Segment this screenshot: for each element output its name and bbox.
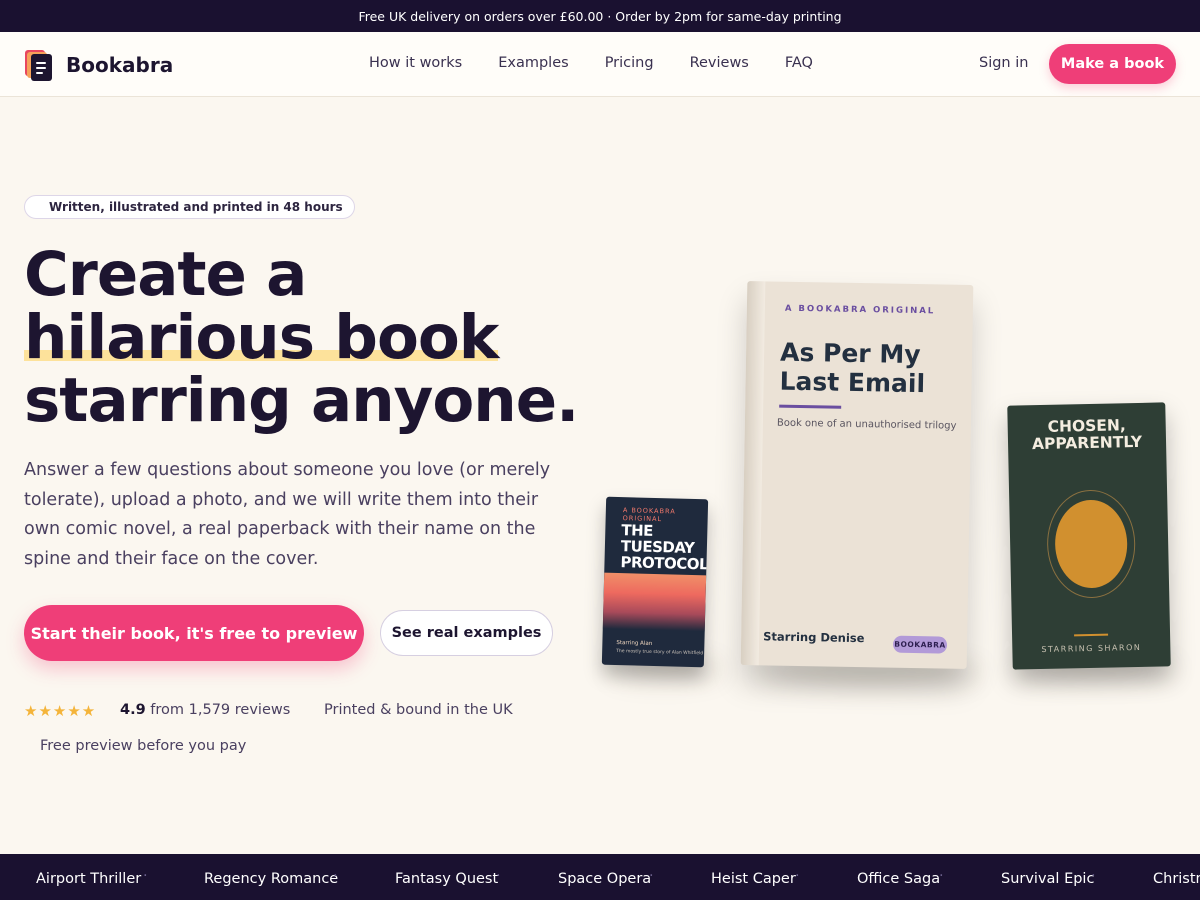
ticker-item: Regency Romance xyxy=(204,871,339,887)
ticker-separator: · xyxy=(795,868,800,884)
rating-summary: 4.9 from 1,579 reviews xyxy=(120,702,290,718)
ticker-separator: · xyxy=(649,868,654,884)
book-cover-chosen-apparently: CHOSEN, APPARENTLY STARRING SHARON xyxy=(1007,402,1171,670)
title-rule xyxy=(1074,633,1109,637)
nav-link-examples[interactable]: Examples xyxy=(498,55,568,71)
announcement-bar: Free UK delivery on orders over £60.00 ·… xyxy=(0,0,1200,32)
headline-highlight: hilarious book xyxy=(24,302,499,373)
ticker-separator: · xyxy=(496,868,501,884)
ticker-item: Space Opera xyxy=(558,871,652,887)
book-title: As Per My Last Email xyxy=(779,337,926,399)
ticker-item: Survival Epic xyxy=(1001,871,1095,887)
hero-description: Answer a few questions about someone you… xyxy=(24,460,551,569)
nav-link-faq[interactable]: FAQ xyxy=(785,55,813,71)
book-cover-as-per-my-last-email: A BOOKABRA ORIGINAL As Per My Last Email… xyxy=(740,281,974,669)
free-preview-text: Free preview before you pay xyxy=(40,738,247,754)
ticker-separator: · xyxy=(333,868,338,884)
made-in-uk-text: Printed & bound in the UK xyxy=(324,702,513,718)
ticker-item: Office Saga xyxy=(857,871,941,887)
turnaround-badge: Written, illustrated and printed in 48 h… xyxy=(24,195,355,219)
nav-link-how-it-works[interactable]: How it works xyxy=(369,55,462,71)
see-examples-button[interactable]: See real examples xyxy=(380,610,553,656)
book-starring: Starring Alan xyxy=(616,640,653,647)
book-title: CHOSEN, APPARENTLY xyxy=(1031,416,1143,454)
book-cover-tuesday-protocol: A BOOKABRA ORIGINAL THE TUESDAY PROTOCOL… xyxy=(601,496,709,668)
badge-text: Written, illustrated and printed in 48 h… xyxy=(49,200,343,214)
announcement-text: Free UK delivery on orders over £60.00 ·… xyxy=(358,8,842,24)
start-book-button[interactable]: Start their book, it's free to preview xyxy=(24,605,364,661)
title-rule xyxy=(779,404,842,409)
book-starring: STARRING SHARON xyxy=(1041,642,1142,655)
genre-ticker: Airport Thriller · Regency Romance · Fan… xyxy=(0,854,1200,900)
book-subtitle: Book one of an unauthorised trilogy xyxy=(776,417,957,432)
headline-line-3: starring anyone. xyxy=(24,365,579,436)
sign-in-link[interactable]: Sign in xyxy=(979,55,1028,71)
hero-headline: Create a hilarious book starring anyone. xyxy=(24,243,579,432)
make-a-book-button[interactable]: Make a book xyxy=(1049,44,1176,84)
ticker-item: Airport Thriller xyxy=(36,871,142,887)
book-subtitle: The mostly true story of Alan Whitfield xyxy=(616,649,704,657)
star-rating-icons: ★★★★★ xyxy=(24,702,97,720)
book-eyebrow: A BOOKABRA ORIGINAL xyxy=(784,303,936,317)
nav-links: How it works Examples Pricing Reviews FA… xyxy=(369,55,813,71)
book-title: THE TUESDAY PROTOCOL xyxy=(620,521,709,574)
brand-name: Bookabra xyxy=(66,53,174,77)
ticker-item: Christmas xyxy=(1153,871,1200,887)
navbar: Bookabra How it works Examples Pricing R… xyxy=(0,32,1200,97)
ticker-separator: · xyxy=(143,868,148,884)
ticker-separator: · xyxy=(1091,868,1096,884)
rating-value: 4.9 xyxy=(120,702,146,718)
stacked-books-icon xyxy=(24,49,54,81)
ticker-item: Heist Caper xyxy=(711,871,796,887)
nav-link-pricing[interactable]: Pricing xyxy=(605,55,654,71)
nav-link-reviews[interactable]: Reviews xyxy=(690,55,749,71)
book-starring: Starring Denise xyxy=(763,629,865,646)
brand-link[interactable]: Bookabra xyxy=(24,49,173,81)
rating-count: from 1,579 reviews xyxy=(150,702,291,718)
ticker-separator: · xyxy=(939,868,944,884)
sunset-illustration xyxy=(602,572,707,632)
publisher-badge: BOOKABRA xyxy=(892,635,948,654)
headline-line-1: Create a xyxy=(24,239,307,310)
ticker-item: Fantasy Quest xyxy=(395,871,499,887)
book-spine xyxy=(740,281,766,666)
